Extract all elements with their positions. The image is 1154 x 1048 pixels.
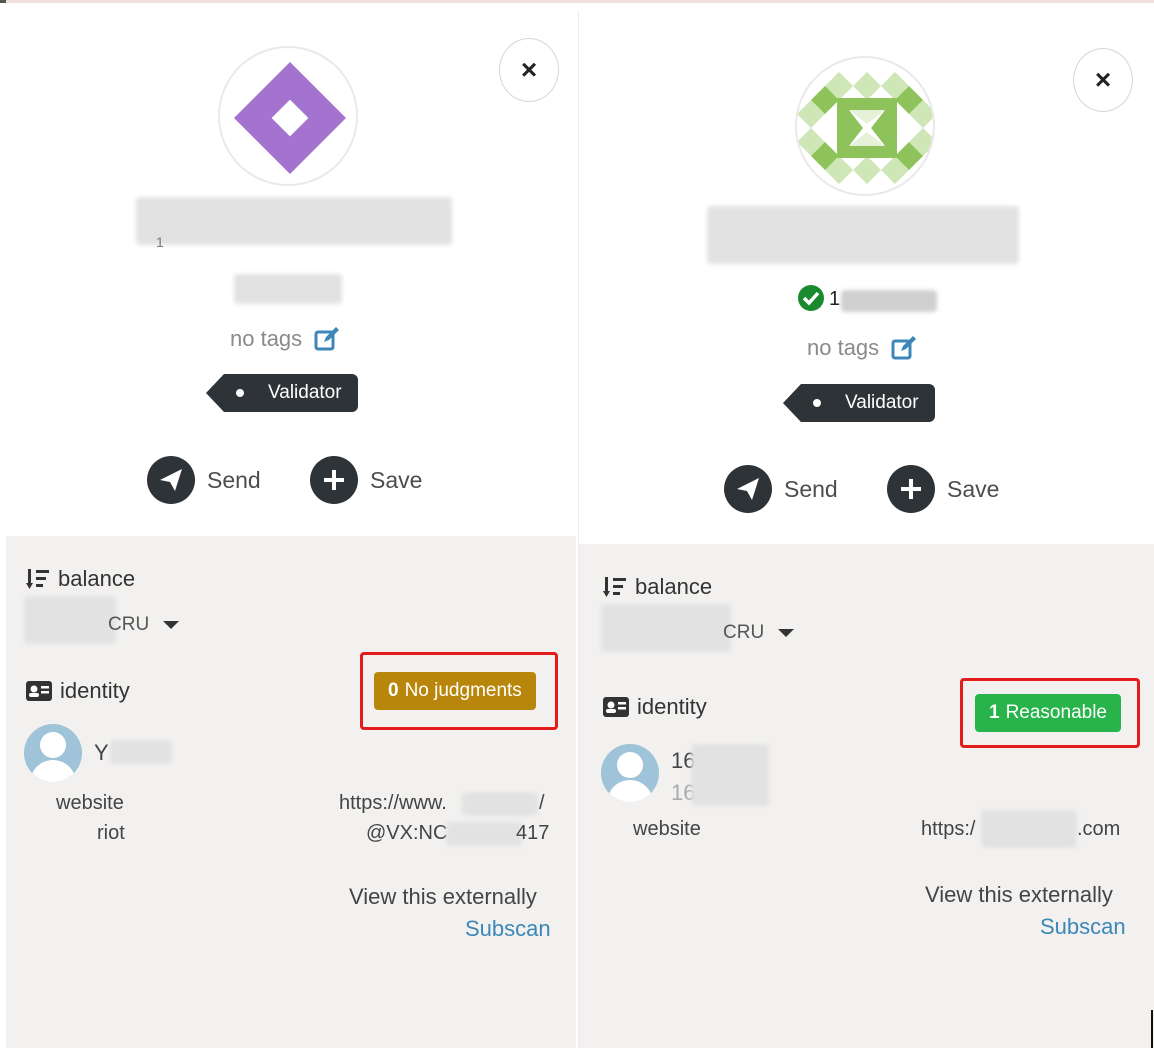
identity-avatar xyxy=(601,744,659,802)
identity-header: identity xyxy=(603,694,707,720)
identity-label: identity xyxy=(637,694,707,719)
account-name-blurred xyxy=(136,197,452,245)
verified-check-icon xyxy=(798,285,824,311)
balance-label: balance xyxy=(635,574,713,599)
id-card-icon xyxy=(603,697,629,717)
top-border xyxy=(0,0,1154,3)
account-address-fragment: 1 xyxy=(156,234,164,250)
plus-icon xyxy=(887,465,935,513)
account-panel-right: × 1 no tags Validator Send Save balance … xyxy=(578,12,1154,1048)
tags-row: no tags xyxy=(807,335,917,361)
send-label: Send xyxy=(207,466,261,493)
account-identicon xyxy=(795,56,935,196)
text-cursor xyxy=(1151,1010,1153,1048)
edit-icon[interactable] xyxy=(891,335,917,361)
website-blurred xyxy=(981,810,1077,848)
save-label: Save xyxy=(947,475,1000,502)
account-name-blurred xyxy=(707,206,1019,264)
save-label: Save xyxy=(370,466,423,493)
id-card-icon xyxy=(26,681,52,701)
riot-blurred xyxy=(446,822,522,846)
balance-dropdown-icon[interactable] xyxy=(163,621,180,629)
identity-name-blurred xyxy=(110,740,172,764)
tags-text: no tags xyxy=(807,335,880,360)
sort-icon xyxy=(603,577,626,597)
identity-label: identity xyxy=(60,678,130,703)
balance-dropdown-icon[interactable] xyxy=(778,629,795,637)
plus-icon xyxy=(310,456,358,504)
balance-currency-row: CRU xyxy=(723,622,795,644)
save-button[interactable]: Save xyxy=(887,465,999,513)
highlight-box xyxy=(360,652,558,730)
website-value-tail: / xyxy=(539,792,545,814)
account-address-prefix: 1 xyxy=(829,288,841,310)
send-icon xyxy=(147,456,195,504)
sort-icon xyxy=(26,569,49,589)
subscan-link[interactable]: Subscan xyxy=(1040,914,1126,940)
send-icon xyxy=(724,465,772,513)
tags-row: no tags xyxy=(230,326,340,352)
riot-value: @VX:NC xyxy=(366,822,448,844)
account-address-blurred xyxy=(841,290,937,312)
close-button[interactable]: × xyxy=(1073,48,1133,112)
identity-header: identity xyxy=(26,678,130,704)
details-section: balance CRU identity 1 Reasonable 16 16 … xyxy=(579,544,1154,1048)
send-button[interactable]: Send xyxy=(147,456,261,504)
subscan-link[interactable]: Subscan xyxy=(465,916,551,942)
validator-tag: Validator xyxy=(206,374,358,412)
tag-dot-icon xyxy=(236,389,244,397)
website-blurred xyxy=(462,792,538,816)
validator-tag-label: Validator xyxy=(268,382,342,403)
validator-tag: Validator xyxy=(783,384,935,422)
account-index-blurred xyxy=(234,274,342,304)
website-value[interactable]: https://www. xyxy=(339,792,447,815)
identity-avatar xyxy=(24,724,82,782)
tag-dot-icon xyxy=(813,399,821,407)
currency-label: CRU xyxy=(108,614,150,635)
send-label: Send xyxy=(784,475,838,502)
balance-value-blurred xyxy=(24,596,116,644)
riot-key: riot xyxy=(97,822,125,844)
validator-tag-label: Validator xyxy=(845,392,919,413)
highlight-box xyxy=(960,678,1140,748)
account-identicon xyxy=(218,46,358,186)
view-externally-label: View this externally xyxy=(925,882,1113,907)
website-value-tail: .com xyxy=(1077,818,1121,840)
website-key: website xyxy=(633,818,701,840)
view-externally-label: View this externally xyxy=(349,884,537,909)
identity-name-blurred xyxy=(691,744,769,806)
balance-label: balance xyxy=(58,566,136,591)
save-button[interactable]: Save xyxy=(310,456,422,504)
send-button[interactable]: Send xyxy=(724,465,838,513)
details-section: balance CRU identity 0 No judgments Y we… xyxy=(6,536,576,1048)
balance-header: balance xyxy=(26,566,135,592)
identity-display-name: Y xyxy=(94,740,109,765)
website-value[interactable]: https:/ xyxy=(921,818,975,841)
top-mark xyxy=(0,0,6,3)
balance-currency-row: CRU xyxy=(108,614,180,636)
balance-value-blurred xyxy=(601,604,731,652)
edit-icon[interactable] xyxy=(314,326,340,352)
riot-value-tail: 417 xyxy=(516,822,550,844)
balance-header: balance xyxy=(603,574,712,600)
close-button[interactable]: × xyxy=(499,38,559,102)
tags-text: no tags xyxy=(230,326,303,351)
currency-label: CRU xyxy=(723,622,765,643)
green-pattern-identicon xyxy=(797,72,933,184)
purple-diamond-identicon xyxy=(234,62,346,174)
website-key: website xyxy=(56,792,124,814)
account-panel-left: × 1 no tags Validator Send Save balance … xyxy=(6,12,576,1048)
